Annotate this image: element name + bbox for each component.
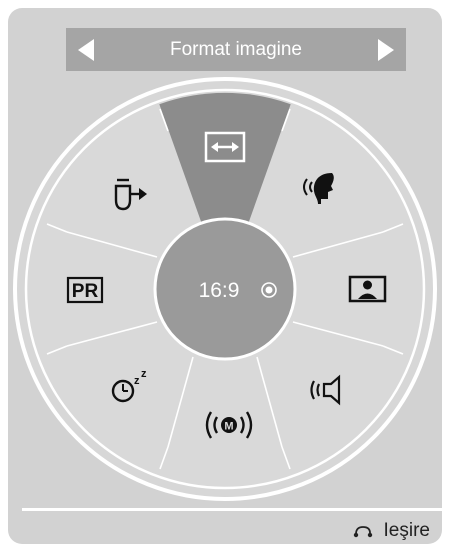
return-arrow-icon bbox=[353, 526, 372, 538]
footer-divider bbox=[22, 508, 442, 511]
svg-text:M: M bbox=[224, 421, 233, 433]
menu-wheel: 16:9 M z z PR bbox=[13, 77, 437, 501]
svg-text:PR: PR bbox=[72, 281, 99, 302]
center-value-label: 16:9 bbox=[199, 279, 240, 302]
exit-label: Ieşire bbox=[383, 520, 430, 541]
svg-text:z: z bbox=[141, 368, 147, 380]
svg-text:z: z bbox=[134, 375, 140, 387]
pr-icon: PR bbox=[66, 276, 104, 304]
exit-button[interactable]: Ieşire bbox=[352, 518, 430, 544]
